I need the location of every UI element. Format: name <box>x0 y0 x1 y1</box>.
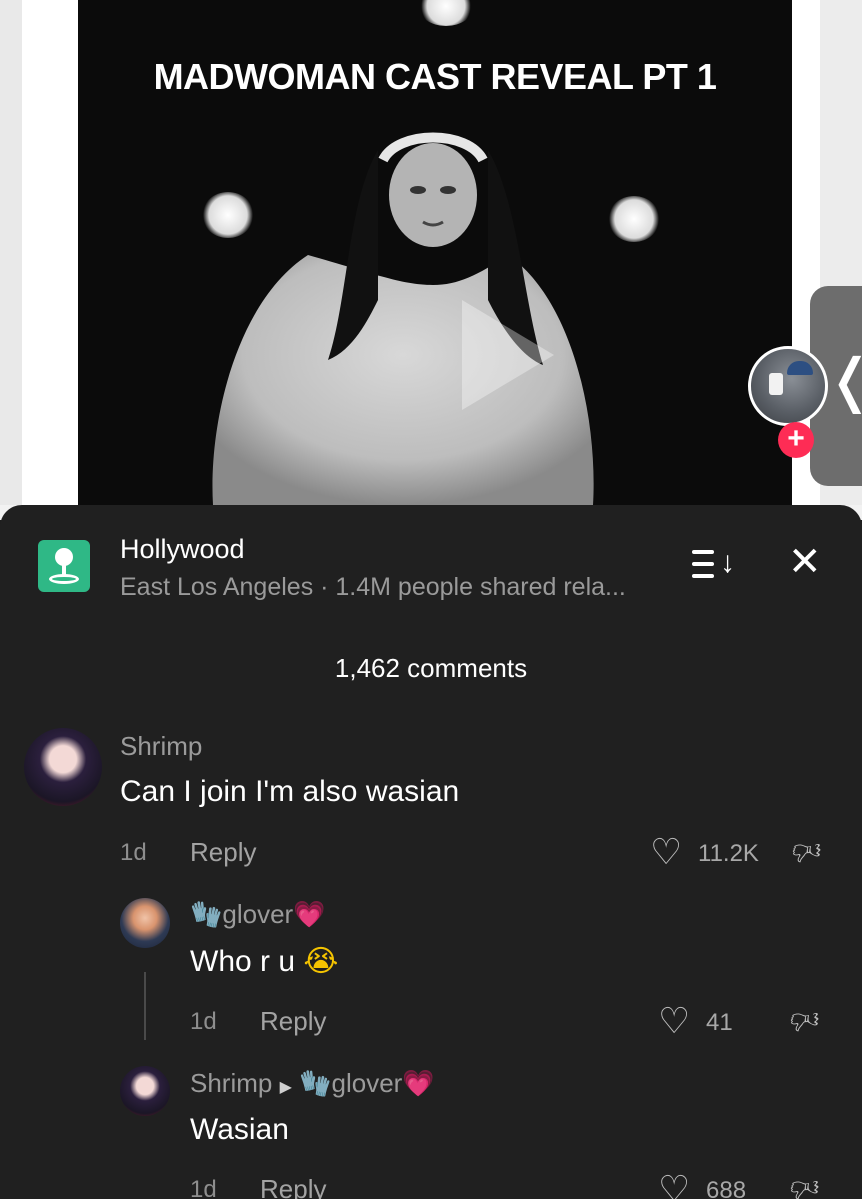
reply-button[interactable]: Reply <box>260 1174 326 1199</box>
reply-arrow-icon: ▶ <box>279 1079 292 1096</box>
reply-button[interactable]: Reply <box>190 837 256 868</box>
plus-icon[interactable]: + <box>778 422 814 458</box>
comment-text: Who r u 😭 <box>190 945 339 978</box>
avatar[interactable] <box>24 728 102 806</box>
glove-emoji: 🧤 <box>190 899 223 929</box>
avatar[interactable] <box>120 898 170 948</box>
comment-text: Can I join I'm also wasian <box>120 775 460 808</box>
heart-emoji: 💗 <box>402 1068 435 1098</box>
location-title[interactable]: Hollywood <box>120 534 245 565</box>
close-icon[interactable]: ✕ <box>788 542 822 582</box>
location-subtitle[interactable]: East Los Angeles · 1.4M people shared re… <box>120 573 626 602</box>
video-player[interactable]: MADWOMAN CAST REVEAL PT 1 <box>78 0 792 505</box>
like-count: 688 <box>706 1177 747 1199</box>
comment-username[interactable]: Shrimp ▶ 🧤glover💗 <box>190 1068 435 1099</box>
glove-emoji: 🧤 <box>299 1068 332 1098</box>
like-count: 41 <box>706 1009 733 1036</box>
comment-username[interactable]: Shrimp <box>120 731 202 762</box>
comment-username[interactable]: 🧤glover💗 <box>190 899 326 930</box>
video-figure <box>212 132 594 505</box>
heart-icon[interactable]: ♡ <box>650 834 682 870</box>
comment-time: 1d <box>190 1008 217 1035</box>
heart-emoji: 💗 <box>293 899 326 929</box>
location-pin-icon[interactable] <box>38 540 90 592</box>
sort-icon[interactable]: ↓ <box>692 548 735 582</box>
dislike-icon[interactable]: 👍︎ <box>790 1173 819 1199</box>
dislike-icon[interactable]: 👍︎ <box>790 1005 819 1036</box>
comment-time: 1d <box>120 839 147 866</box>
thread-line <box>144 972 146 1040</box>
comment-text: Wasian <box>190 1113 289 1146</box>
reply-button[interactable]: Reply <box>260 1006 326 1037</box>
comment-time: 1d <box>190 1176 217 1199</box>
dislike-icon[interactable]: 👍︎ <box>792 836 821 867</box>
avatar[interactable] <box>120 1066 170 1116</box>
chevron-left-icon[interactable]: ❬ <box>826 352 862 410</box>
play-icon[interactable] <box>462 300 554 410</box>
crying-emoji: 😭 <box>303 945 339 978</box>
heart-icon[interactable]: ♡ <box>658 1003 690 1039</box>
creator-avatar[interactable] <box>748 346 828 426</box>
like-count: 11.2K <box>698 840 759 867</box>
comments-count: 1,462 comments <box>334 653 528 683</box>
heart-icon[interactable]: ♡ <box>658 1171 690 1199</box>
left-edge <box>0 0 22 505</box>
left-margin <box>22 0 78 505</box>
